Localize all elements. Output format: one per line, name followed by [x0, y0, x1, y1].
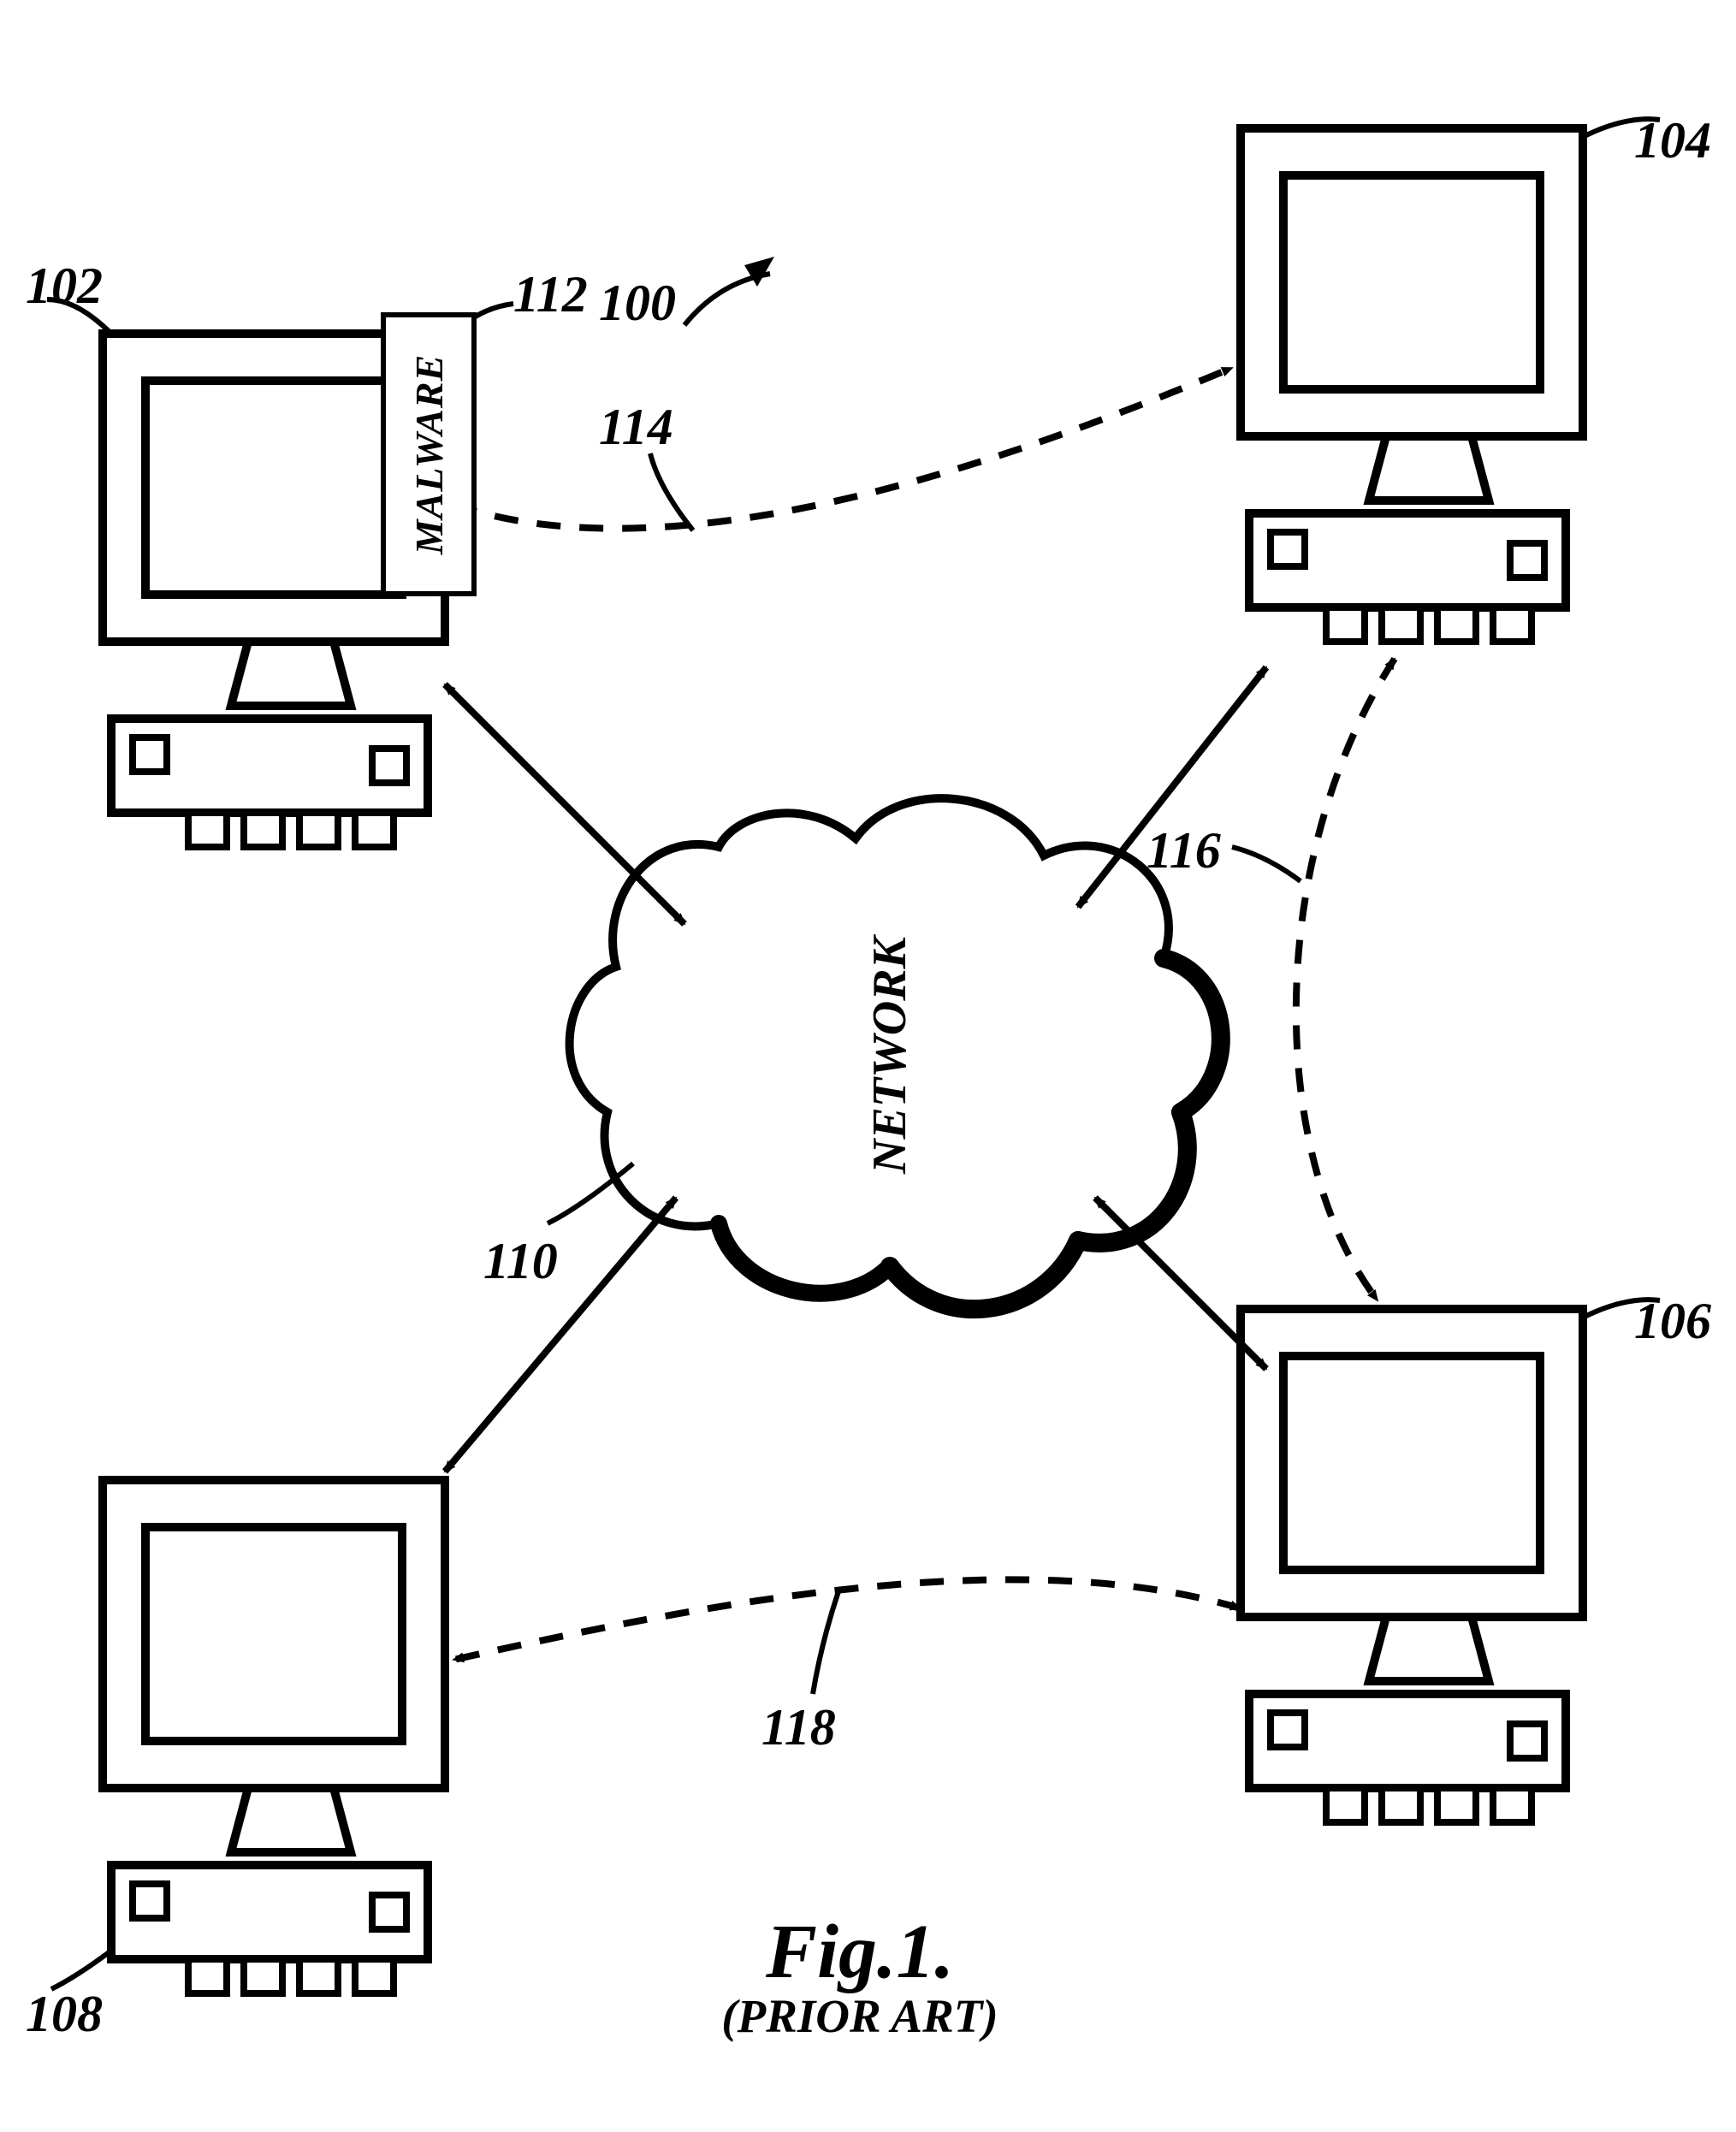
malware-text: MALWARE: [406, 354, 452, 555]
figure-caption: Fig.1.: [710, 1908, 1010, 1996]
ref-108: 108: [26, 1985, 103, 2044]
ref-114: 114: [599, 398, 673, 457]
malware-label-box: MALWARE: [381, 312, 477, 596]
ref-106: 106: [1634, 1292, 1711, 1351]
ref-118: 118: [761, 1698, 836, 1757]
ref-112: 112: [513, 265, 588, 324]
figure-subtitle: (PRIOR ART): [710, 1989, 1010, 2043]
network-label: NETWORK: [862, 934, 917, 1174]
ref-104: 104: [1634, 111, 1711, 170]
ref-110: 110: [483, 1232, 558, 1291]
diagram-canvas: MALWARE NETWORK 100 102 104 106 108 110 …: [0, 0, 1736, 2132]
ref-100: 100: [599, 274, 676, 333]
computer-108-icon: [103, 1480, 445, 1993]
ref-116: 116: [1146, 821, 1221, 880]
ref-102: 102: [26, 257, 103, 316]
computer-104-icon: [1241, 128, 1583, 642]
computer-106-icon: [1241, 1309, 1583, 1822]
